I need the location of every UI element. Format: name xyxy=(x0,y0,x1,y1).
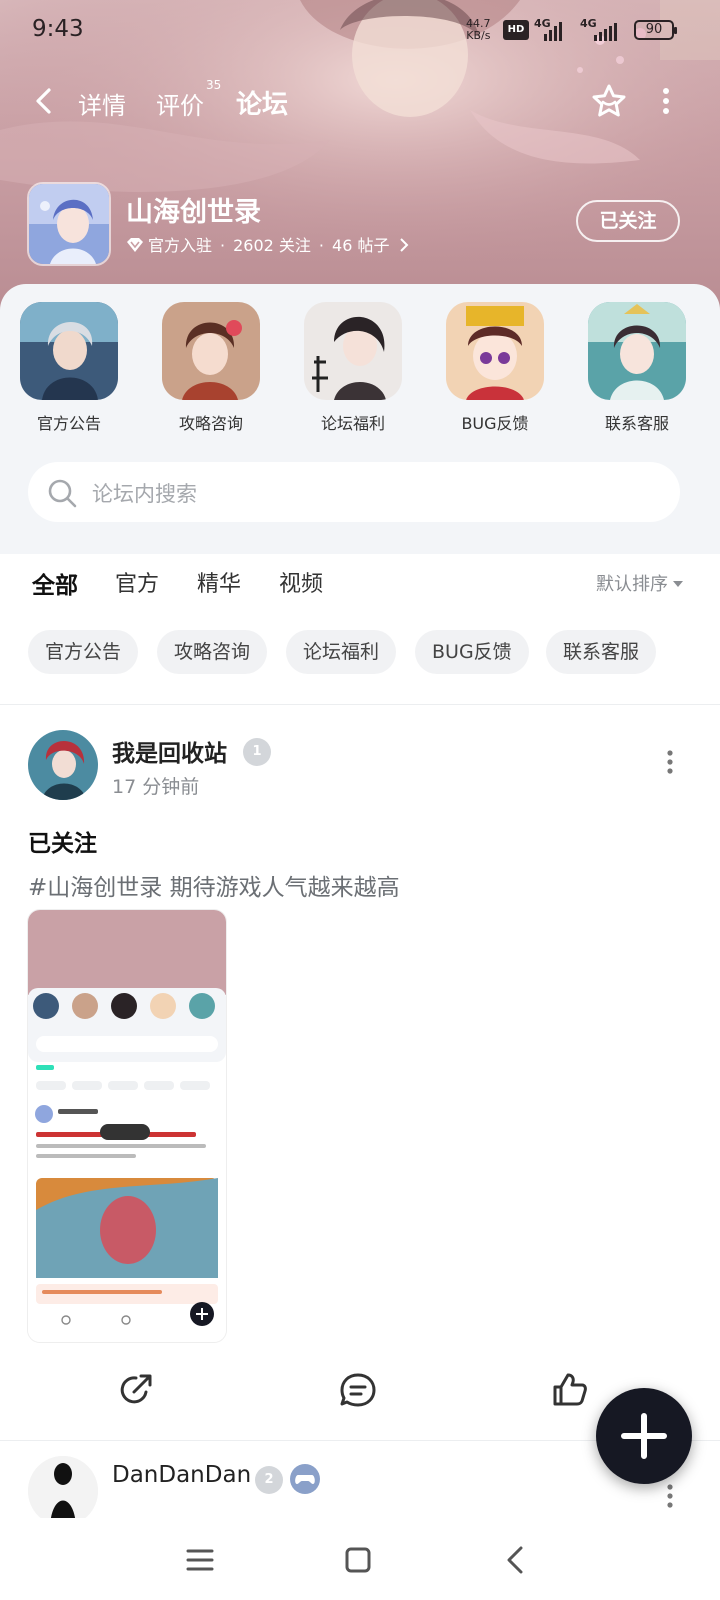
tab-forum[interactable]: 论坛 xyxy=(231,84,293,123)
forum-search[interactable]: 论坛内搜索 xyxy=(28,462,680,522)
avatar[interactable] xyxy=(28,1456,98,1518)
board-bug-feedback[interactable]: BUG反馈 xyxy=(430,302,560,434)
board-forum-benefits[interactable]: 论坛福利 xyxy=(288,302,418,434)
chevron-right-icon xyxy=(399,238,408,252)
filter-tab-featured[interactable]: 精华 xyxy=(197,566,241,598)
level-badge-icon: 1 xyxy=(243,738,271,766)
reviews-count: 35 xyxy=(206,78,222,92)
chip-official-announcement[interactable]: 官方公告 xyxy=(28,630,139,674)
board-thumb xyxy=(446,302,544,400)
battery-icon: 90 xyxy=(634,20,677,40)
gamepad-badge-icon xyxy=(290,1464,320,1494)
like-icon[interactable] xyxy=(550,1370,590,1410)
chip-forum-benefits[interactable]: 论坛福利 xyxy=(286,630,397,674)
board-thumb xyxy=(20,302,118,400)
diamond-icon xyxy=(127,238,143,252)
search-input[interactable]: 论坛内搜索 xyxy=(92,478,197,508)
game-meta[interactable]: 官方入驻 · 2602 关注 · 46 帖子 xyxy=(126,232,409,256)
back-nav-icon[interactable] xyxy=(498,1542,534,1578)
more-vertical-icon[interactable] xyxy=(666,1484,674,1508)
game-icon[interactable] xyxy=(27,182,111,266)
board-customer-service[interactable]: 联系客服 xyxy=(572,302,702,434)
category-chips: 官方公告 攻略咨询 论坛福利 BUG反馈 联系客服 xyxy=(0,630,720,676)
header-hero: 9:43 44.7 KB/s HD 4G 4G 90 详情 评价 35 论坛 山… xyxy=(0,0,720,320)
game-title: 山海创世录 xyxy=(126,197,261,228)
board-guide-consult[interactable]: 攻略咨询 xyxy=(146,302,276,434)
star-icon[interactable] xyxy=(590,82,628,120)
plus-icon xyxy=(621,1413,667,1459)
filter-tab-video[interactable]: 视频 xyxy=(279,566,323,598)
more-vertical-icon[interactable] xyxy=(666,750,674,774)
network-speed: 44.7 KB/s xyxy=(466,17,491,42)
follow-button[interactable]: 已关注 xyxy=(576,200,680,242)
signal-icon-sim1: 4G xyxy=(534,17,564,41)
board-thumb xyxy=(304,302,402,400)
post-author[interactable]: 我是回收站 xyxy=(112,734,227,768)
board-official-announcement[interactable]: 官方公告 xyxy=(4,302,134,434)
caret-down-icon xyxy=(673,581,683,587)
status-bar: 9:43 44.7 KB/s HD 4G 4G 90 xyxy=(0,0,720,60)
post-image[interactable] xyxy=(28,910,226,1342)
hd-voice-icon: HD xyxy=(503,20,529,40)
avatar[interactable] xyxy=(28,730,98,800)
status-time: 9:43 xyxy=(32,16,84,42)
post-text[interactable]: #山海创世录 期待游戏人气越来越高 xyxy=(28,868,400,902)
search-icon xyxy=(48,479,77,508)
more-vertical-icon[interactable] xyxy=(656,86,676,116)
posts-count: 46 帖子 xyxy=(332,236,390,255)
chip-guide-consult[interactable]: 攻略咨询 xyxy=(157,630,268,674)
post-title: 已关注 xyxy=(28,831,97,857)
sort-dropdown[interactable]: 默认排序 xyxy=(596,570,683,596)
home-icon[interactable] xyxy=(340,1542,376,1578)
game-info: 山海创世录 官方入驻 · 2602 关注 · 46 帖子 已关注 xyxy=(0,178,720,268)
post-author[interactable]: DanDanDan xyxy=(112,1462,251,1488)
filter-tabs: 全部 官方 精华 视频 默认排序 xyxy=(0,556,720,616)
signal-icon-sim2: 4G xyxy=(580,17,620,41)
chip-bug-feedback[interactable]: BUG反馈 xyxy=(415,630,529,674)
tab-reviews[interactable]: 评价 xyxy=(156,86,204,121)
board-thumb xyxy=(162,302,260,400)
comment-icon[interactable] xyxy=(338,1370,378,1410)
board-thumb xyxy=(588,302,686,400)
share-icon[interactable] xyxy=(116,1370,156,1410)
back-icon[interactable] xyxy=(30,86,60,116)
top-nav: 详情 评价 35 论坛 xyxy=(0,74,720,130)
forum-panel: 官方公告 攻略咨询 论坛福利 BUG反馈 联系客服 论坛内搜索 xyxy=(0,284,720,554)
chip-customer-service[interactable]: 联系客服 xyxy=(546,630,657,674)
tab-details[interactable]: 详情 xyxy=(78,86,126,121)
new-post-button[interactable] xyxy=(593,1385,695,1487)
system-navigation-bar xyxy=(0,1520,720,1600)
followers-count: 2602 关注 xyxy=(233,236,311,255)
filter-tab-official[interactable]: 官方 xyxy=(115,566,159,598)
post-time: 17 分钟前 xyxy=(112,776,200,798)
level-badge-icon: 2 xyxy=(255,1466,283,1494)
menu-icon[interactable] xyxy=(182,1542,218,1578)
divider xyxy=(0,704,720,705)
filter-tab-all[interactable]: 全部 xyxy=(32,566,78,604)
